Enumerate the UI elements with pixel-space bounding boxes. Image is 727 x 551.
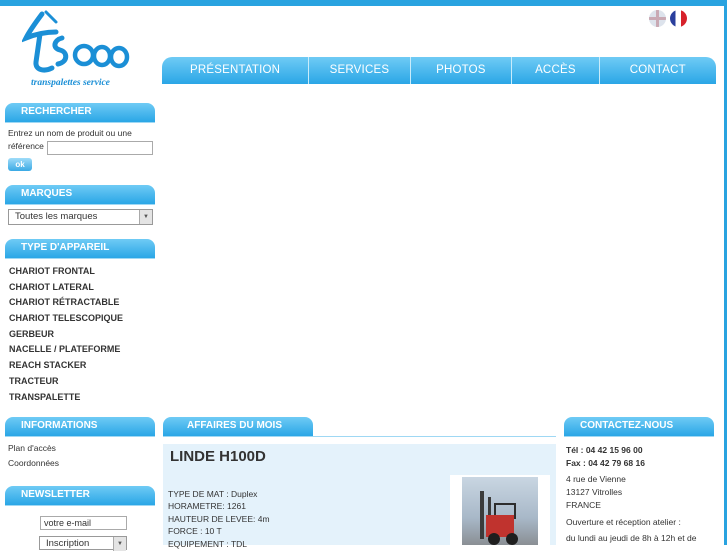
- forklift-wheel: [506, 533, 518, 545]
- search-section-header: RECHERCHER: [5, 103, 155, 122]
- contact-address-line: 4 rue de Vienne: [566, 474, 626, 484]
- deal-product-photo[interactable]: [450, 475, 550, 545]
- device-type-item[interactable]: CHARIOT RÉTRACTABLE: [9, 295, 123, 311]
- chevron-down-icon[interactable]: ▼: [113, 537, 126, 551]
- top-accent-bar: [0, 0, 727, 6]
- nav-services[interactable]: SERVICES: [309, 57, 411, 84]
- forklift-mast: [480, 491, 484, 539]
- language-switcher: [649, 10, 687, 27]
- contact-section-header: CONTACTEZ-NOUS: [564, 417, 714, 436]
- nav-presentation[interactable]: PRÉSENTATION: [162, 57, 310, 84]
- deal-spec: HAUTEUR DE LEVEE: 4m: [168, 514, 270, 524]
- contact-phone: Tél : 04 42 15 96 00: [566, 445, 643, 455]
- contact-address-line: 13127 Vitrolles: [566, 487, 623, 497]
- informations-section-header: INFORMATIONS: [5, 417, 155, 436]
- deal-spec: FORCE : 10 T: [168, 526, 222, 536]
- section-divider: [163, 436, 556, 437]
- device-type-item[interactable]: TRANSPALETTE: [9, 390, 123, 406]
- section-divider: [5, 436, 155, 437]
- deal-spec: HORAMETRE: 1261: [168, 501, 246, 511]
- newsletter-email-input[interactable]: votre e-mail: [40, 516, 127, 530]
- device-type-item[interactable]: TRACTEUR: [9, 374, 123, 390]
- contact-hours-line: du lundi au jeudi de 8h à 12h et de: [566, 533, 697, 543]
- search-label: Entrez un nom de produit ou une: [8, 128, 132, 138]
- site-logo[interactable]: transpalettes service: [20, 8, 134, 90]
- nav-contact[interactable]: CONTACT: [600, 57, 716, 84]
- newsletter-action-select[interactable]: Inscription ▼: [39, 536, 127, 551]
- brands-section-header: MARQUES: [5, 185, 155, 204]
- deal-product-title[interactable]: LINDE H100D: [170, 448, 266, 465]
- device-type-item[interactable]: GERBEUR: [9, 327, 123, 343]
- main-nav: PRÉSENTATION SERVICES PHOTOS ACCÈS CONTA…: [162, 57, 716, 84]
- search-input[interactable]: [47, 141, 153, 155]
- section-divider: [5, 505, 155, 506]
- brands-select[interactable]: Toutes les marques ▼: [8, 209, 153, 225]
- plan-acces-link[interactable]: Plan d'accès: [8, 443, 56, 453]
- uk-flag-icon[interactable]: [649, 10, 666, 27]
- newsletter-section-header: NEWSLETTER: [5, 486, 155, 505]
- section-divider: [5, 122, 155, 123]
- logo-mark-icon: [20, 10, 130, 73]
- deal-spec: EQUIPEMENT : TDL: [168, 539, 248, 549]
- newsletter-action-value: Inscription: [46, 538, 90, 549]
- section-divider: [5, 204, 155, 205]
- deal-spec: TYPE DE MAT : Duplex: [168, 489, 258, 499]
- device-type-list: CHARIOT FRONTAL CHARIOT LATERAL CHARIOT …: [9, 264, 123, 405]
- section-divider: [564, 436, 714, 437]
- forklift-image: [462, 477, 538, 545]
- device-type-item[interactable]: CHARIOT LATERAL: [9, 280, 123, 296]
- device-type-item[interactable]: CHARIOT TELESCOPIQUE: [9, 311, 123, 327]
- contact-hours-line: Ouverture et réception atelier :: [566, 517, 681, 527]
- nav-acces[interactable]: ACCÈS: [512, 57, 600, 84]
- contact-fax: Fax : 04 42 79 68 16: [566, 458, 645, 468]
- search-label-continued: référence: [8, 141, 44, 151]
- nav-photos[interactable]: PHOTOS: [411, 57, 513, 84]
- deals-section-header: AFFAIRES DU MOIS: [163, 417, 313, 436]
- france-flag-icon[interactable]: [670, 10, 687, 27]
- logo-tagline: transpalettes service: [31, 78, 110, 88]
- coordonnees-link[interactable]: Coordonnées: [8, 458, 59, 468]
- section-divider: [5, 258, 155, 259]
- device-type-item[interactable]: REACH STACKER: [9, 358, 123, 374]
- brands-select-value: Toutes les marques: [15, 211, 98, 222]
- chevron-down-icon[interactable]: ▼: [139, 210, 152, 224]
- forklift-wheel: [488, 533, 500, 545]
- search-ok-button[interactable]: ok: [8, 158, 32, 171]
- device-type-item[interactable]: CHARIOT FRONTAL: [9, 264, 123, 280]
- contact-address-line: FRANCE: [566, 500, 601, 510]
- device-type-item[interactable]: NACELLE / PLATEFORME: [9, 342, 123, 358]
- device-type-section-header: TYPE D'APPAREIL: [5, 239, 155, 258]
